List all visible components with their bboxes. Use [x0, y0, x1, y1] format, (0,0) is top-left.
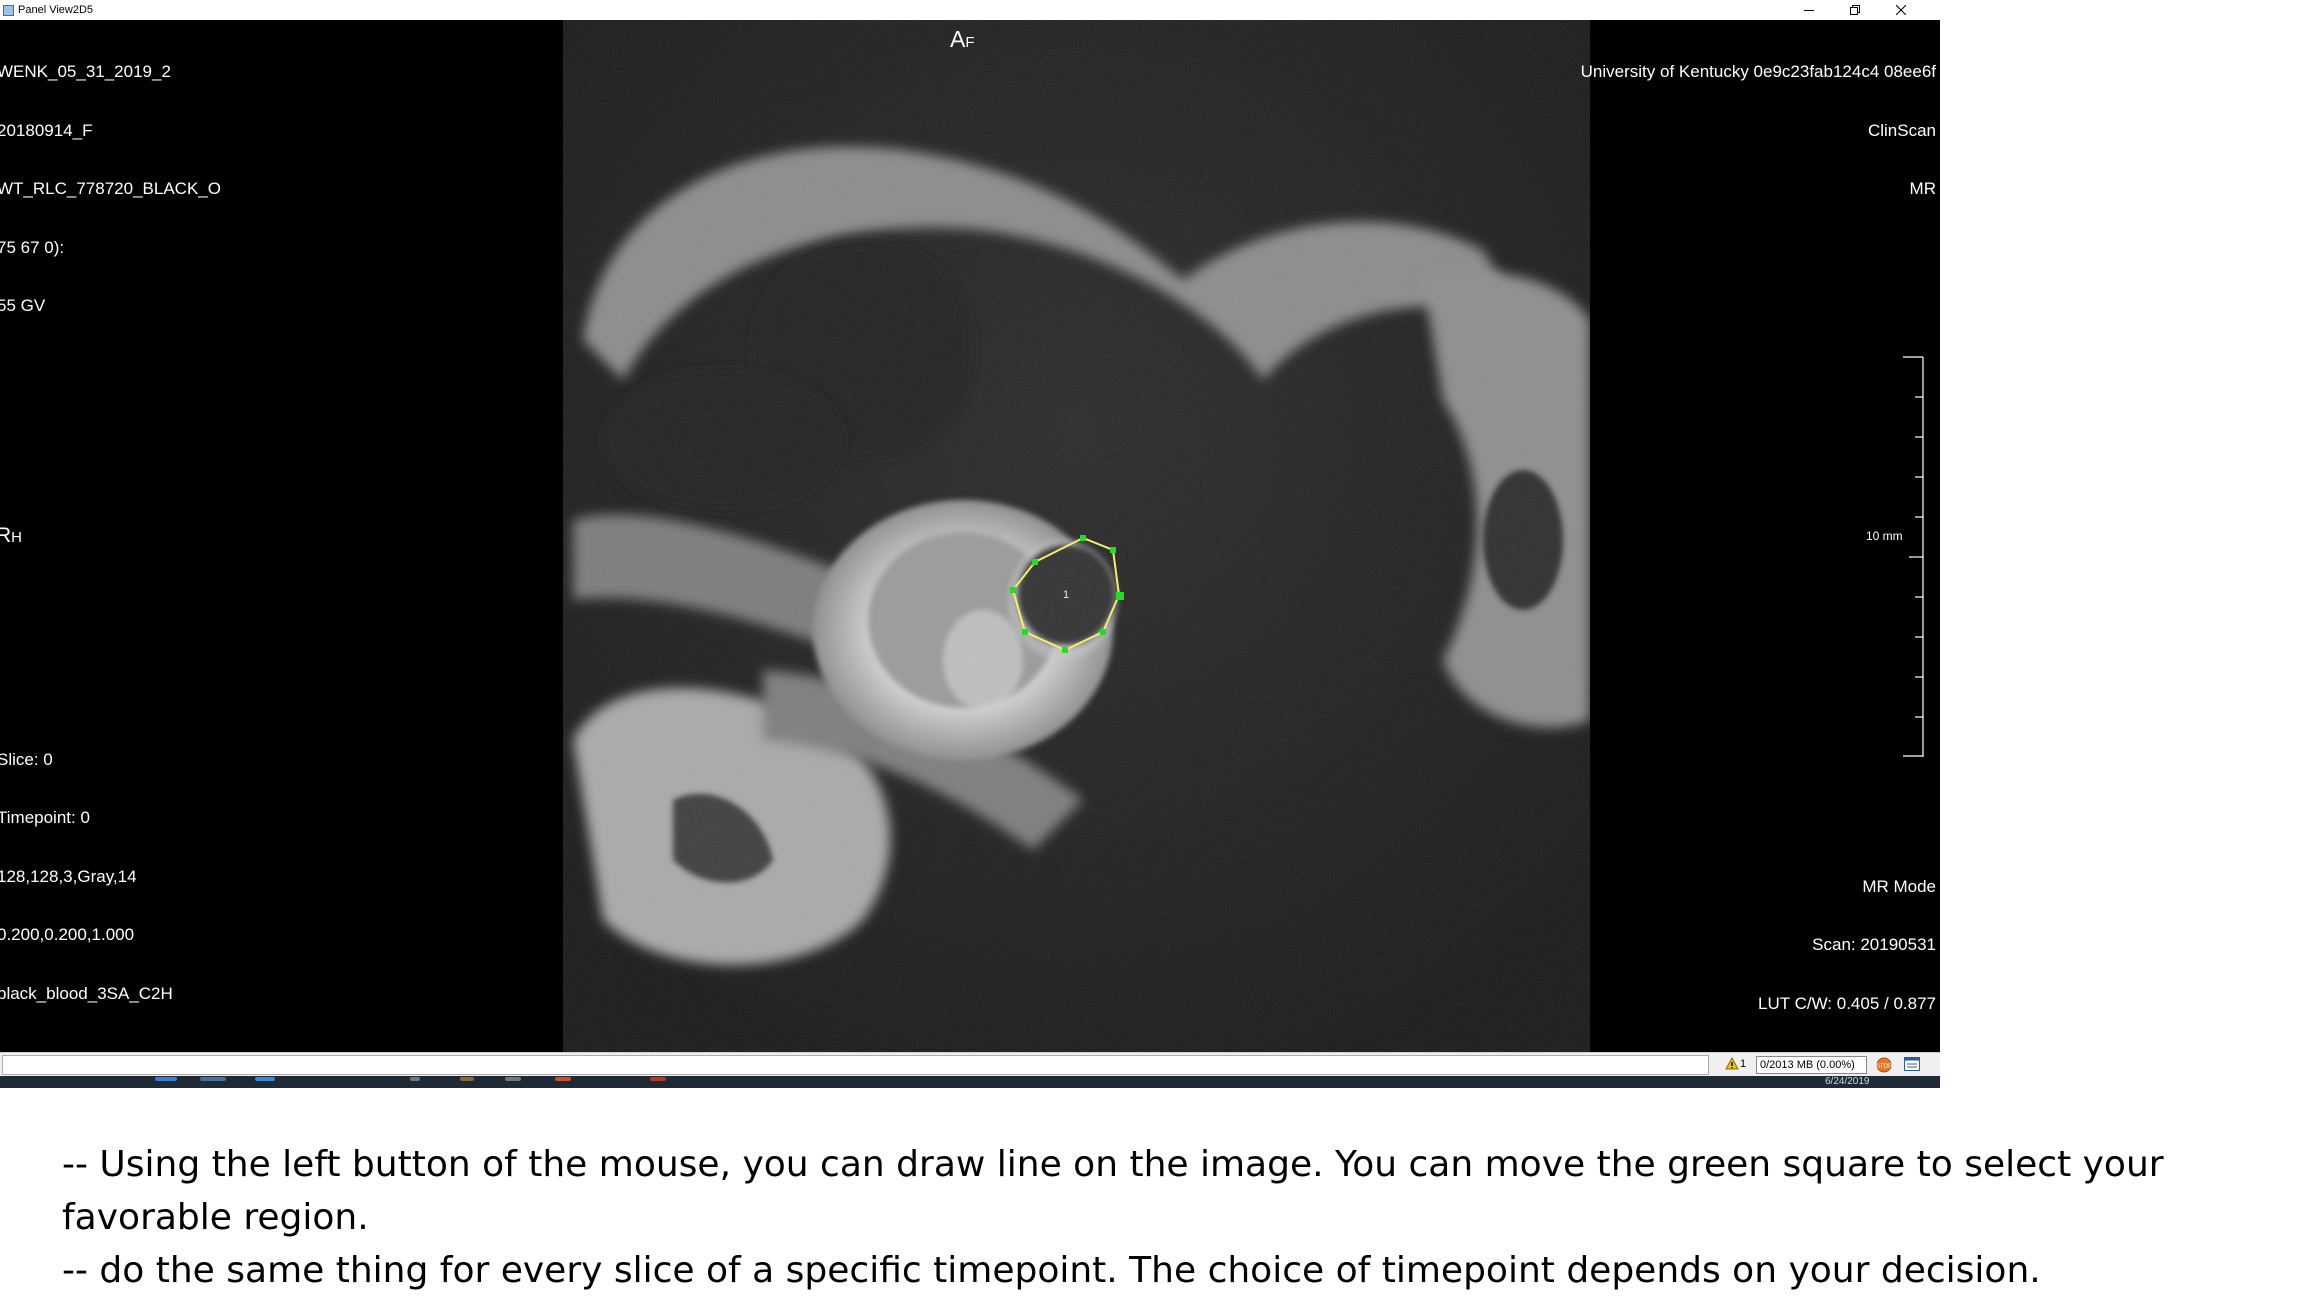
memory-usage: 0/2013 MB (0.00%) — [1756, 1056, 1867, 1074]
minimize-button[interactable] — [1786, 0, 1832, 20]
roi-handle[interactable] — [1022, 629, 1028, 635]
slice-number: Slice: 0 — [0, 749, 53, 769]
image-format: 128,128,3,Gray,14 — [0, 866, 137, 886]
scan-date: Scan: 20190531 — [1812, 935, 1936, 954]
roi-handle[interactable] — [1032, 559, 1038, 565]
stop-icon[interactable]: STOP — [1876, 1057, 1892, 1073]
institution: University of Kentucky 0e9c23fab124c4 08… — [1580, 62, 1936, 81]
roi-handle[interactable] — [1100, 629, 1106, 635]
app-icon — [3, 4, 14, 16]
patient-date: 20180914_F — [0, 120, 93, 140]
lut-window: LUT C/W: 0.405 / 0.877 — [1758, 993, 1936, 1013]
series-name: WT_RLC_778720_BLACK_O — [0, 179, 221, 198]
instruction-line-2: -- do the same thing for every slice of … — [62, 1250, 2041, 1291]
institution-overlay: University of Kentucky 0e9c23fab124c4 08… — [1581, 23, 1936, 238]
minimize-icon — [1804, 10, 1814, 11]
sequence-name: black_blood_3SA_C2H — [0, 983, 173, 1003]
status-message-field — [2, 1055, 1709, 1075]
roi-handle-selected[interactable] — [1116, 592, 1124, 600]
roi-handle[interactable] — [1080, 535, 1086, 541]
taskbar-app-icon[interactable] — [410, 1077, 420, 1081]
roi-handle[interactable] — [1110, 547, 1116, 553]
status-bar: 1 0/2013 MB (0.00%) STOP — [0, 1052, 1940, 1077]
cursor-position: 75 67 0): — [0, 237, 65, 257]
restore-icon — [1850, 5, 1860, 15]
orientation-left-label: RH — [0, 524, 23, 547]
taskbar-date: 6/24/2019 — [1825, 1076, 1870, 1087]
patient-info-overlay: WENK_05_31_2019_2 20180914_F WT_RLC_7787… — [0, 23, 221, 355]
warning-icon[interactable] — [1725, 1057, 1739, 1071]
taskbar-app-icon[interactable] — [650, 1077, 666, 1081]
taskbar: 6/24/2019 — [0, 1076, 1940, 1088]
instructions: -- Using the left button of the mouse, y… — [62, 1138, 2262, 1297]
roi-label: 1 — [1063, 589, 1069, 601]
close-icon — [1896, 5, 1906, 15]
orientation-top-label: AF — [950, 26, 975, 52]
taskbar-app-icon[interactable] — [200, 1077, 226, 1081]
mri-image[interactable]: 1 — [563, 20, 1590, 1052]
scanner-name: ClinScan — [1867, 120, 1936, 140]
slice-info-overlay: Slice: 0 Timepoint: 0 128,128,3,Gray,14 … — [0, 711, 173, 1043]
warning-count: 1 — [1740, 1058, 1747, 1070]
modality: MR — [1909, 179, 1936, 198]
taskbar-app-icon[interactable] — [155, 1077, 177, 1081]
title-bar[interactable]: Panel View2D5 — [0, 0, 1940, 20]
taskbar-app-icon[interactable] — [255, 1077, 275, 1081]
roi-handle[interactable] — [1010, 587, 1016, 593]
taskbar-app-icon[interactable] — [555, 1077, 571, 1081]
gray-value: 55 GV — [0, 296, 46, 315]
scale-ruler — [1903, 356, 1924, 757]
taskbar-app-icon[interactable] — [505, 1077, 521, 1081]
window-controls — [1786, 0, 1924, 20]
window-title: Panel View2D5 — [18, 4, 94, 16]
image-viewer[interactable]: 1 WENK_05_31_2019_2 20180914_F WT_RLC_77… — [0, 20, 1940, 1052]
panel-layout-icon[interactable] — [1904, 1057, 1920, 1071]
svg-text:STOP: STOP — [1876, 1064, 1892, 1070]
roi-handle[interactable] — [1062, 647, 1068, 653]
restore-button[interactable] — [1832, 0, 1878, 20]
app-window: Panel View2D5 1 WENK_05_31_2019_2 201809… — [0, 0, 1940, 1088]
close-button[interactable] — [1878, 0, 1924, 20]
instruction-line-1: -- Using the left button of the mouse, y… — [62, 1144, 2164, 1238]
mode-overlay: MR Mode Scan: 20190531 LUT C/W: 0.405 / … — [1758, 838, 1936, 1053]
scale-label: 10 mm — [1866, 529, 1903, 543]
timepoint-number: Timepoint: 0 — [0, 808, 90, 827]
patient-id: WENK_05_31_2019_2 — [0, 62, 171, 81]
taskbar-app-icon[interactable] — [460, 1077, 474, 1081]
mr-mode: MR Mode — [1862, 876, 1936, 896]
voxel-spacing: 0.200,0.200,1.000 — [0, 925, 135, 944]
